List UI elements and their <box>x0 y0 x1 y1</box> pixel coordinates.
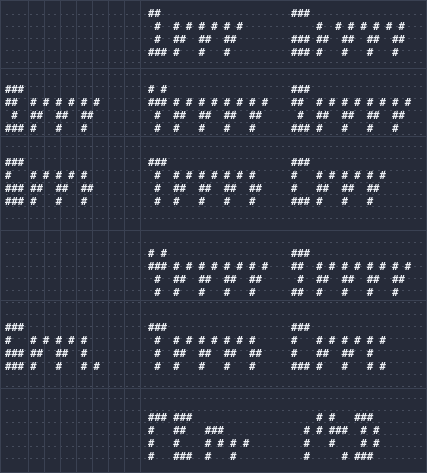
block-6-center-line-4: # ### # # <box>148 451 237 463</box>
block-3-left-line-1: ### <box>5 157 24 169</box>
grid-dot-row <box>4 302 423 303</box>
block-6-right-line-3: # # # # <box>291 438 380 450</box>
grid-dot-row <box>4 218 423 219</box>
grid-vertical-line <box>124 0 125 473</box>
block-4-right-line-4: ## # # # # <box>291 287 399 299</box>
grid-vertical-line <box>28 0 29 473</box>
grid-dot-row <box>4 62 423 63</box>
grid-horizontal-line <box>0 388 427 389</box>
block-2-center-line-3: # ## ## ## ## <box>148 110 262 122</box>
block-2-right-line-1: ### <box>291 84 310 96</box>
grid-vertical-line <box>108 0 109 473</box>
block-6-right-line-1: # # ### <box>291 412 374 424</box>
grid-vertical-line <box>76 0 77 473</box>
grid-vertical-line <box>60 0 61 473</box>
block-5-right-line-1: ### <box>291 322 310 334</box>
grid-dot-row <box>4 74 423 75</box>
block-6-center-line-1: ### ### <box>148 412 193 424</box>
grid-vertical-line <box>44 0 45 473</box>
block-3-center-line-1: ### <box>148 157 167 169</box>
block-2-center-line-4: # # # # # <box>148 123 256 135</box>
block-1-right-line-4: ### # # # # <box>291 47 399 59</box>
block-4-right-line-3: # ## ## ## ## <box>291 274 405 286</box>
grid-horizontal-line <box>0 68 427 69</box>
block-5-left-line-1: ### <box>5 322 24 334</box>
block-1-center-line-2: # # # # # # # <box>148 21 243 33</box>
top-edge-line <box>0 0 427 1</box>
block-5-right-line-4: ### # # # # <box>291 361 386 373</box>
block-5-left-line-4: ### # # # # <box>5 361 100 373</box>
grid-dot-row <box>4 314 423 315</box>
grid-dot-row <box>4 386 423 387</box>
block-2-left-line-4: ### # # # <box>5 123 88 135</box>
block-3-center-line-2: # # # # # # # # <box>148 170 256 182</box>
block-5-center-line-3: # ## ## ## ## <box>148 348 262 360</box>
block-5-right-line-3: # ## ## # <box>291 348 374 360</box>
block-3-left-line-2: # # # # # # <box>5 170 88 182</box>
block-3-right-line-4: ### # # # <box>291 196 374 208</box>
grid-horizontal-line <box>0 230 427 231</box>
block-4-center-line-1: # # <box>148 248 167 260</box>
block-2-left-line-2: ## # # # # # # <box>5 97 100 109</box>
grid-horizontal-line <box>0 136 427 137</box>
block-3-center-line-3: # ## ## ## ## <box>148 183 262 195</box>
block-6-right-line-4: # # ### <box>291 451 374 463</box>
grid-dot-row <box>4 86 423 87</box>
grid-dot-row <box>4 254 423 255</box>
grid-dot-row <box>4 242 423 243</box>
block-4-right-line-2: ## # # # # # # # # <box>291 261 412 273</box>
left-edge-line <box>0 0 1 473</box>
grid-dot-row <box>4 410 423 411</box>
grid-horizontal-line <box>0 300 427 301</box>
block-2-right-line-2: ## # # # # # # # # <box>291 97 412 109</box>
block-1-center-line-1: ## <box>148 8 161 20</box>
block-4-center-line-3: # ## ## ## ## <box>148 274 262 286</box>
block-5-center-line-4: # # # # # <box>148 361 256 373</box>
block-5-center-line-1: ### <box>148 322 167 334</box>
block-6-right-line-2: # # ### # # <box>291 425 380 437</box>
ascii-terminal-canvas: ## # # # # # # # # ## ## ## ### # # # ### … <box>0 0 427 473</box>
grid-vertical-line <box>140 0 141 473</box>
grid-dot-row <box>4 14 423 15</box>
grid-vertical-line <box>92 0 93 473</box>
grid-dot-row <box>4 146 423 147</box>
block-5-right-line-2: # # # # # # # <box>291 335 386 347</box>
grid-dot-row <box>4 398 423 399</box>
block-5-left-line-3: ### ## ## # <box>5 348 88 360</box>
block-1-center-line-3: # ## ## ## <box>148 34 237 46</box>
block-2-left-line-1: ### <box>5 84 24 96</box>
block-3-right-line-2: # # # # # # # <box>291 170 386 182</box>
block-3-right-line-3: # ## ## ## <box>291 183 380 195</box>
block-1-center-line-4: ### # # # <box>148 47 231 59</box>
block-4-right-line-1: ### <box>291 248 310 260</box>
grid-dot-row <box>4 158 423 159</box>
block-4-center-line-4: # # # # # <box>148 287 256 299</box>
block-2-left-line-3: # ## ## ## <box>5 110 94 122</box>
grid-dot-row <box>4 374 423 375</box>
block-6-center-line-2: # ## ### <box>148 425 224 437</box>
block-2-center-line-2: ### # # # # # # # # <box>148 97 269 109</box>
block-3-right-line-1: ### <box>291 157 310 169</box>
block-1-right-line-1: ### <box>291 8 310 20</box>
block-4-center-line-2: ### # # # # # # # # <box>148 261 269 273</box>
block-6-center-line-3: # # # # # # <box>148 438 250 450</box>
block-2-right-line-4: ### # # # # <box>291 123 399 135</box>
block-3-left-line-3: ### ## ## ## <box>5 183 94 195</box>
block-3-left-line-4: ### # # # <box>5 196 88 208</box>
grid-dot-row <box>4 326 423 327</box>
block-2-right-line-3: # ## ## ## ## <box>291 110 405 122</box>
block-5-left-line-2: # # # # # # <box>5 335 88 347</box>
block-3-center-line-4: # # # # # <box>148 196 256 208</box>
block-5-center-line-2: # # # # # # # # <box>148 335 256 347</box>
block-2-center-line-1: # # <box>148 84 167 96</box>
block-1-right-line-2: # # # # # # # <box>291 21 405 33</box>
block-1-right-line-3: ### ## ## ## ## <box>291 34 405 46</box>
